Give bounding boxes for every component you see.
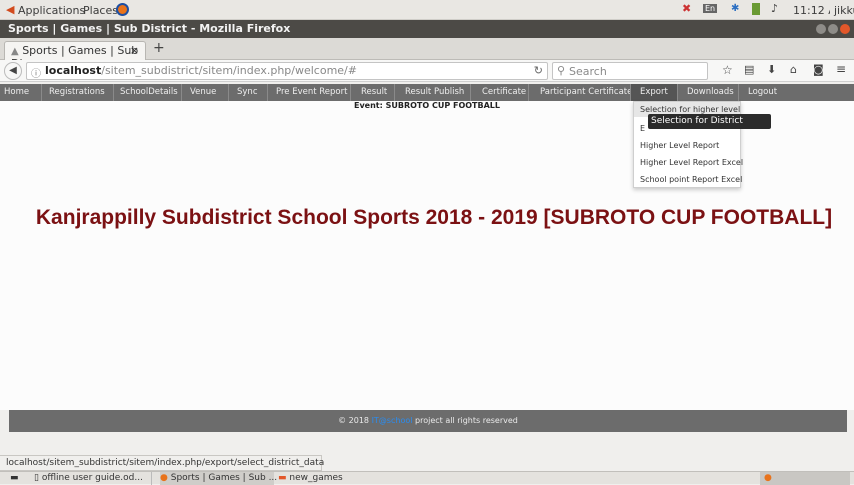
user-menu[interactable]: jikku: [830, 4, 854, 17]
window-title-bar: Sports | Games | Sub District - Mozilla …: [0, 20, 854, 38]
menu-result[interactable]: Result: [361, 84, 387, 101]
taskbar-label-new-games: new_games: [289, 473, 343, 483]
dropdown-item-district[interactable]: E: [640, 124, 645, 133]
footer-text: project all rights reserved: [415, 416, 518, 425]
battery-icon[interactable]: [752, 3, 760, 15]
tab-sports-games[interactable]: ▲ Sports | Games | Sub Di ×: [4, 41, 146, 70]
firefox-icon: ●: [160, 473, 168, 483]
search-icon: ⚲: [557, 64, 566, 77]
taskbar-label-sports-games: Sports | Games | Sub ...: [170, 473, 278, 483]
link-status-bar: localhost/sitem_subdistrict/sitem/index.…: [0, 455, 324, 471]
menu-pre-event-report[interactable]: Pre Event Report: [276, 84, 347, 101]
applications-menu[interactable]: Applications: [18, 4, 85, 17]
url-path: /sitem_subdistrict/sitem/index.php/welco…: [101, 64, 357, 77]
downloads-icon[interactable]: ⬇: [767, 63, 776, 76]
menu-export[interactable]: Export: [631, 84, 677, 101]
bookmark-star-icon[interactable]: ☆: [722, 63, 733, 77]
keyboard-layout-indicator[interactable]: En: [703, 4, 718, 13]
home-icon[interactable]: ⌂: [790, 63, 797, 76]
menu-venue[interactable]: Venue: [190, 84, 216, 101]
page-footer: © 2018 IT@school project all rights rese…: [9, 410, 847, 432]
hamburger-menu-icon[interactable]: ≡: [836, 62, 846, 76]
volume-icon[interactable]: ♪: [771, 2, 778, 15]
tab-strip: ▲ Sports | Games | Sub Di × +: [0, 38, 854, 70]
menu-schooldetails[interactable]: SchoolDetails: [120, 84, 178, 101]
firefox-launcher-icon[interactable]: [116, 3, 129, 16]
page-headline: Kanjrappilly Subdistrict School Sports 2…: [35, 206, 833, 229]
bluetooth-icon[interactable]: ✱: [731, 3, 739, 14]
close-tab-icon[interactable]: ×: [130, 44, 139, 57]
site-info-icon[interactable]: ⓘ: [31, 65, 41, 80]
window-title: Sports | Games | Sub District - Mozilla …: [8, 22, 291, 35]
footer-copyright: © 2018: [338, 416, 370, 425]
navigation-toolbar: ◀ ⓘ localhost/sitem_subdistrict/sitem/in…: [0, 60, 854, 82]
gnome-top-bar: ◀ Applications Places ✖ En ✱ ♪ 11:12 AM …: [0, 0, 854, 20]
show-desktop-icon[interactable]: ▬: [10, 472, 19, 485]
taskbar-item-new-games[interactable]: ▬ new_games: [278, 472, 398, 485]
menu-registrations[interactable]: Registrations: [49, 84, 105, 101]
places-menu[interactable]: Places: [83, 4, 118, 17]
taskbar-label-user-guide: offline user guide.od...: [41, 473, 143, 483]
network-icon[interactable]: ✖: [682, 2, 691, 15]
menu-certificate[interactable]: Certificate: [482, 84, 526, 101]
dropdown-label-selection-higher-level[interactable]: Selection for higher level: [640, 105, 740, 114]
applications-icon: ◀: [6, 3, 15, 16]
menu-result-publish[interactable]: Result Publish: [405, 84, 464, 101]
menu-logout[interactable]: Logout: [748, 84, 777, 101]
tooltip: Selection for District Sports: [648, 114, 771, 141]
menu-sync[interactable]: Sync: [237, 84, 258, 101]
url-bar[interactable]: ⓘ localhost/sitem_subdistrict/sitem/inde…: [26, 62, 548, 80]
maximize-button[interactable]: [828, 24, 838, 34]
menu-participant-certificate[interactable]: Participant Certificate: [540, 84, 632, 101]
taskbar-item-sports-games[interactable]: ● Sports | Games | Sub ...: [160, 472, 278, 485]
bottom-taskbar: ▬ ▯ offline user guide.od... ● Sports | …: [0, 471, 854, 485]
reading-list-icon[interactable]: ▤: [744, 63, 754, 76]
dropdown-item-school-point-report-excel[interactable]: School point Report Excel: [640, 175, 742, 184]
menu-home[interactable]: Home: [4, 84, 29, 101]
site-menu-bar: Home Registrations SchoolDetails Venue S…: [0, 84, 854, 101]
dropdown-item-higher-level-report-excel[interactable]: Higher Level Report Excel: [640, 158, 743, 167]
document-icon: ▯: [34, 473, 39, 483]
new-tab-button[interactable]: +: [153, 40, 165, 56]
workspace-switcher[interactable]: [760, 472, 850, 485]
url-host: localhost: [45, 64, 102, 77]
search-placeholder: Search: [569, 65, 607, 78]
page-favicon: ▲: [11, 46, 19, 57]
minimize-button[interactable]: [816, 24, 826, 34]
back-button[interactable]: ◀: [4, 62, 22, 80]
footer-brand-link[interactable]: IT@school: [372, 416, 413, 425]
folder-icon: ▬: [278, 473, 287, 483]
taskbar-item-user-guide[interactable]: ▯ offline user guide.od...: [34, 472, 152, 485]
search-field[interactable]: ⚲ Search: [552, 62, 708, 80]
reload-icon[interactable]: ↻: [534, 64, 543, 77]
close-window-button[interactable]: [840, 24, 850, 34]
menu-downloads[interactable]: Downloads: [687, 84, 734, 101]
pocket-icon[interactable]: ◙: [813, 63, 824, 76]
workspace-indicator-icon: ●: [764, 473, 772, 483]
